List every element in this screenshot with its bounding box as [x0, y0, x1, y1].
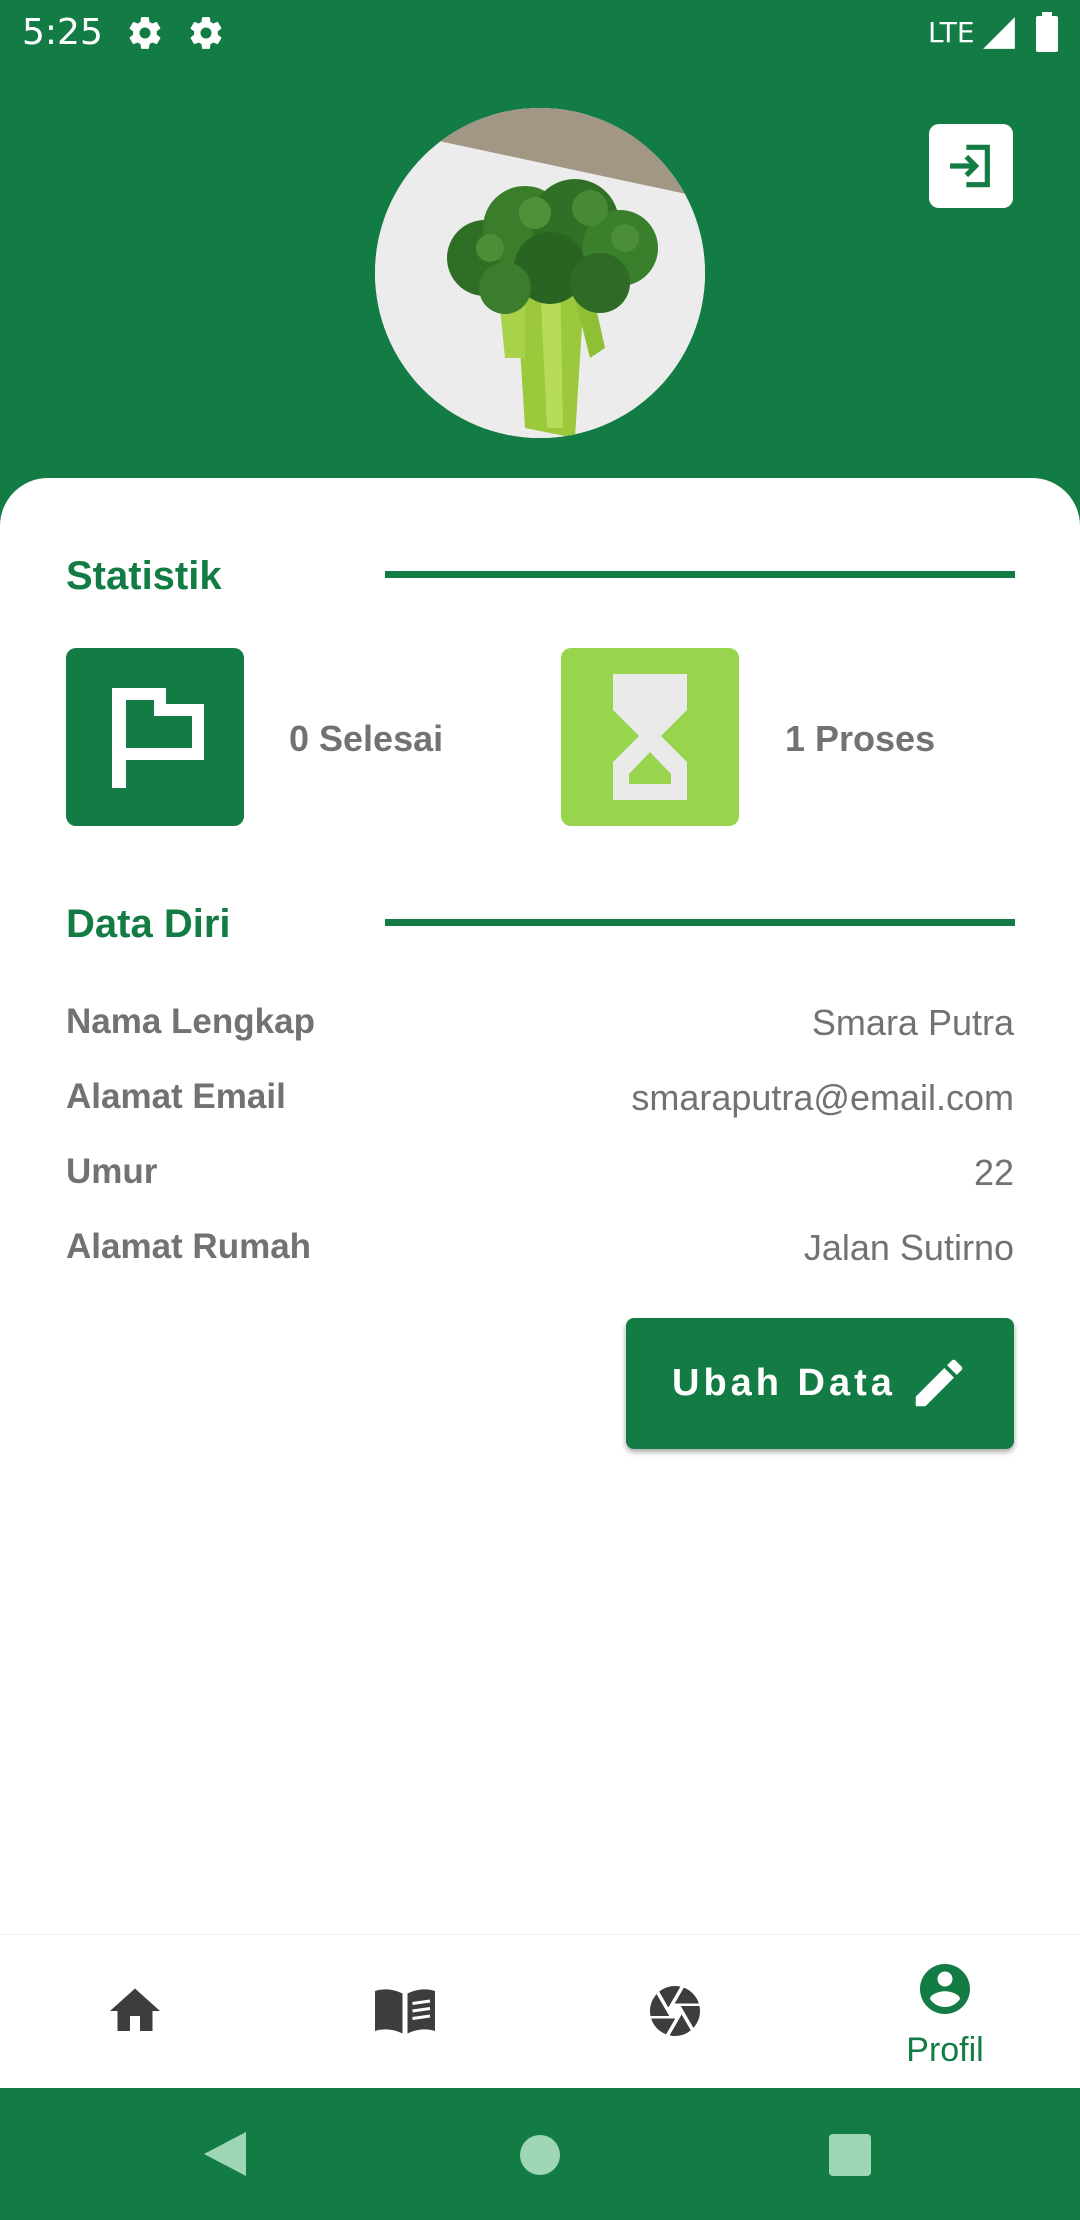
hourglass-icon [613, 674, 687, 800]
address-label: Alamat Rumah [66, 1227, 312, 1266]
system-navigation-bar [0, 2088, 1080, 2220]
nav-guide[interactable] [270, 1935, 540, 2089]
logout-icon [950, 144, 990, 188]
nav-profile[interactable]: Profil [810, 1935, 1080, 2089]
battery-icon [1036, 12, 1058, 52]
profile-icon [920, 1964, 970, 2014]
full-name-value: Smara Putra [811, 1002, 1014, 1043]
age-value: 22 [973, 1152, 1014, 1193]
done-stat-box [66, 648, 244, 826]
flag-icon [112, 688, 204, 788]
full-name-label: Nama Lengkap [66, 1002, 315, 1041]
age-label: Umur [66, 1152, 158, 1191]
edit-data-label: Ubah Data [672, 1362, 896, 1404]
book-icon [375, 1989, 435, 2034]
broccoli-image [375, 108, 705, 438]
nav-camera[interactable] [540, 1935, 810, 2089]
recents-icon[interactable] [829, 2134, 871, 2176]
process-stat-box [561, 648, 739, 826]
done-count: 0 Selesai [289, 718, 444, 759]
stats-title: Statistik [66, 554, 222, 598]
home-circle-icon[interactable] [519, 2134, 561, 2176]
pencil-icon [915, 1359, 963, 1407]
personal-data-title: Data Diri [66, 902, 231, 946]
avatar[interactable] [375, 108, 705, 438]
process-count: 1 Proses [785, 718, 936, 759]
back-icon[interactable] [202, 2130, 248, 2178]
nav-profile-label: Profil [906, 2031, 984, 2069]
status-time: 5:25 [22, 12, 103, 53]
bottom-navigation: Profil [0, 1934, 1080, 2089]
edit-data-button[interactable]: Ubah Data [626, 1318, 1014, 1449]
section-divider [385, 571, 1015, 578]
camera-shutter-icon [650, 1986, 700, 2036]
network-type: LTE [928, 16, 975, 49]
email-label: Alamat Email [66, 1077, 286, 1116]
profile-card: Statistik 0 Selesai 1 Proses Data Diri N… [0, 478, 1080, 1934]
settings-notification-icon [129, 17, 161, 49]
email-value: smaraputra@email.com [631, 1077, 1014, 1118]
profile-header: 5:25 LTE [0, 0, 1080, 560]
settings-notification-icon [190, 17, 222, 49]
logout-button[interactable] [929, 124, 1013, 208]
section-divider [385, 919, 1015, 926]
status-bar: 5:25 LTE [0, 0, 1080, 66]
address-value: Jalan Sutirno [803, 1227, 1014, 1268]
nav-home[interactable] [0, 1935, 270, 2089]
home-icon [110, 1988, 160, 2031]
signal-icon [983, 17, 1015, 49]
